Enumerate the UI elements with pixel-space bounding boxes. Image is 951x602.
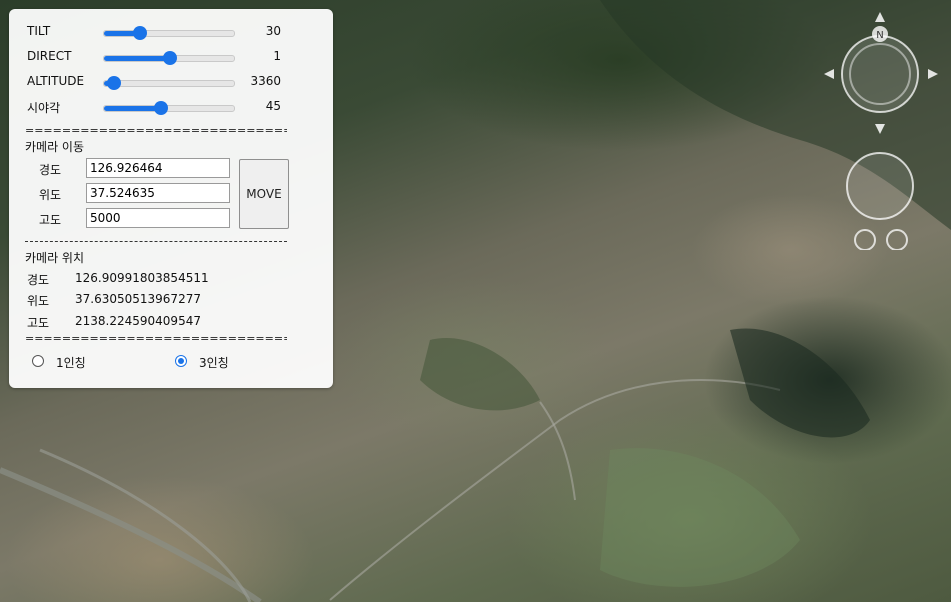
altitude-label: 고도	[39, 213, 62, 227]
slider-value: 45	[265, 99, 281, 113]
zoom-out-icon	[854, 229, 876, 250]
third-person-label: 3인칭	[199, 356, 229, 370]
slider-label: ALTITUDE	[27, 74, 85, 88]
altitude-slider[interactable]	[103, 76, 235, 90]
slider-row-direct: DIRECT 1	[9, 46, 333, 68]
move-section-title: 카메라 이동	[25, 140, 85, 154]
zoom-in-icon	[886, 229, 908, 250]
longitude-input[interactable]	[86, 158, 230, 178]
latitude-input[interactable]	[86, 183, 230, 203]
control-panel: TILT 30 DIRECT 1 ALTITUDE 3360 시야각 45 ==…	[9, 9, 333, 388]
compass-control[interactable]: N	[824, 12, 938, 134]
slider-row-altitude: ALTITUDE 3360	[9, 71, 333, 93]
position-section-title: 카메라 위치	[25, 251, 85, 265]
latitude-label: 위도	[39, 188, 62, 202]
first-person-radio[interactable]	[32, 355, 44, 367]
compass-north-label: N	[876, 30, 883, 41]
slider-thumb[interactable]	[163, 51, 178, 65]
tilt-control[interactable]	[846, 152, 914, 250]
move-button[interactable]: MOVE	[239, 159, 289, 229]
slider-row-tilt: TILT 30	[9, 21, 333, 43]
west-arrow-icon	[824, 69, 834, 79]
east-arrow-icon	[928, 69, 938, 79]
position-longitude-value: 126.90991803854511	[75, 271, 209, 285]
north-arrow-icon	[875, 12, 885, 22]
longitude-label: 경도	[39, 163, 62, 177]
slider-label: 시야각	[27, 101, 61, 115]
altitude-input[interactable]	[86, 208, 230, 228]
position-altitude-label: 고도	[27, 316, 50, 330]
separator-dashed	[25, 241, 287, 242]
direct-slider[interactable]	[103, 51, 235, 65]
slider-thumb[interactable]	[107, 76, 122, 90]
third-person-radio[interactable]	[175, 355, 187, 367]
slider-value: 1	[273, 49, 281, 63]
map-navigation-controls: N	[824, 12, 938, 250]
slider-value: 30	[265, 24, 281, 38]
position-latitude-label: 위도	[27, 294, 50, 308]
separator-top: =============================	[25, 124, 287, 137]
fov-slider[interactable]	[103, 101, 235, 115]
slider-thumb[interactable]	[154, 101, 169, 115]
slider-value: 3360	[250, 74, 281, 88]
slider-row-fov: 시야각 45	[9, 96, 333, 118]
position-latitude-value: 37.63050513967277	[75, 292, 201, 306]
slider-thumb[interactable]	[133, 26, 148, 40]
separator-bottom: =============================	[25, 332, 287, 345]
slider-label: TILT	[27, 24, 51, 38]
position-altitude-value: 2138.224590409547	[75, 314, 201, 328]
position-longitude-label: 경도	[27, 273, 50, 287]
first-person-label: 1인칭	[56, 356, 86, 370]
south-arrow-icon	[875, 124, 885, 134]
tilt-slider[interactable]	[103, 26, 235, 40]
slider-label: DIRECT	[27, 49, 72, 63]
